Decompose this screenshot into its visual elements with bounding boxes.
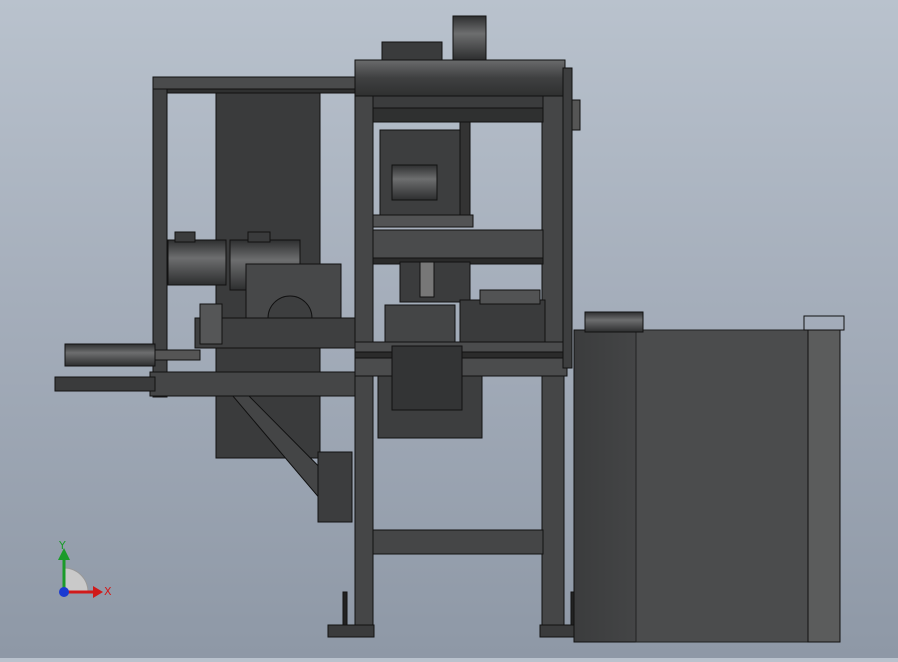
extension-rail [54,376,156,392]
motor-left-cap [174,231,196,243]
upper-slide-plate [372,214,474,228]
x-axis-label: X [104,585,112,598]
cabinet-right-panel [807,329,841,643]
head-crossbeam-2 [372,107,544,123]
feeder-mechanism [459,299,546,346]
guide-block [399,261,471,303]
base-rail [149,371,356,397]
mid-crossbeam [372,229,544,261]
triad-quadrant [63,567,89,593]
head-frame-right-rail [562,67,573,369]
cabinet-lid-handle [803,315,845,331]
x-axis-arrow [93,586,103,598]
top-frame-beam [152,76,359,90]
drive-bearing [199,303,223,345]
feeder-carriage [479,289,541,305]
cabinet-back-panel [635,329,809,643]
sensor-rod-1 [459,121,471,218]
orientation-triad: Y X [58,539,112,598]
strut-bracket [317,451,353,523]
top-frame-beam-inner [166,88,359,94]
foot-left [327,624,375,638]
top-mount-plate [381,41,443,61]
top-head-block [354,59,566,97]
lower-housing-inner [391,345,463,411]
motor-right-cap [247,231,271,243]
motor-left [167,239,227,286]
z-axis-dot [59,587,69,597]
upper-press-roller [391,164,438,201]
top-cylinder [452,15,487,61]
y-axis-label: Y [58,539,66,552]
guide-rail [419,261,435,298]
leveler-left [342,591,348,626]
head-crossbeam [372,95,544,109]
machine-assembly-model[interactable] [54,15,845,643]
cylinder-rod [154,349,201,361]
lower-crossbeam [372,529,544,555]
pneumatic-cylinder [64,343,156,367]
side-handle [571,99,581,131]
cad-3d-viewport[interactable]: Y X [0,0,898,658]
cabinet-motor [584,311,644,333]
